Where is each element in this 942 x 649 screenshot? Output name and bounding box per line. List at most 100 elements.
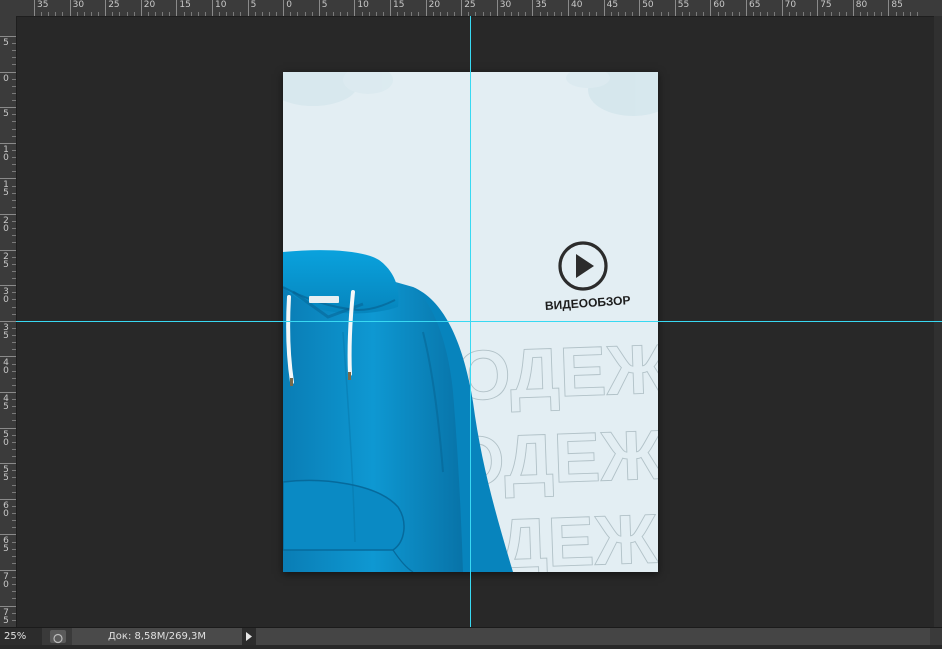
ruler-tick (0, 214, 16, 215)
ruler-tick-label: 15 (393, 0, 405, 10)
ruler-minor-tick (147, 12, 149, 16)
ruler-tick-label: 30 (499, 0, 512, 10)
ruler-tick (781, 0, 783, 16)
ruler-tick (532, 0, 534, 16)
ruler-tick-label: 10 (3, 144, 9, 163)
svg-text:ОДЕЖДА: ОДЕЖДА (455, 326, 658, 415)
ruler-minor-tick (12, 50, 16, 52)
vertical-guide[interactable] (470, 16, 471, 628)
ruler-tick (852, 0, 854, 16)
ruler-minor-tick (624, 12, 626, 16)
ruler-tick (639, 0, 641, 16)
doc-status-icon[interactable] (50, 630, 66, 644)
ruler-minor-tick (432, 12, 434, 16)
ruler-minor-tick (525, 12, 527, 16)
ruler-tick (140, 0, 142, 16)
ruler-tick (176, 0, 178, 16)
ruler-minor-tick (290, 12, 292, 16)
ruler-corner[interactable] (0, 0, 17, 17)
ruler-minor-tick (12, 363, 16, 365)
ruler-minor-tick (12, 242, 16, 244)
ruler-minor-tick (418, 12, 420, 16)
ruler-minor-tick (518, 12, 520, 16)
ruler-minor-tick (12, 470, 16, 472)
document-info: Док: 8,58M/269,3M (72, 628, 242, 645)
ruler-minor-tick (190, 12, 192, 16)
ruler-minor-tick (503, 12, 505, 16)
ruler-minor-tick (511, 12, 513, 16)
horizontal-scrollbar[interactable] (256, 628, 930, 645)
status-menu-arrow-icon[interactable] (242, 628, 256, 645)
ruler-minor-tick (810, 12, 812, 16)
ruler-minor-tick (340, 12, 342, 16)
ruler-minor-tick (397, 12, 399, 16)
ruler-minor-tick (404, 12, 406, 16)
ruler-tick-label: 10 (215, 0, 227, 10)
ruler-minor-tick (361, 12, 363, 16)
ruler-minor-tick (760, 12, 762, 16)
ruler-minor-tick (12, 199, 16, 201)
ruler-minor-tick (197, 12, 199, 16)
ruler-minor-tick (254, 12, 256, 16)
ruler-tick-label: 30 (72, 0, 85, 10)
ruler-minor-tick (12, 100, 16, 102)
vertical-scrollbar[interactable] (934, 16, 942, 628)
ruler-tick-label: 30 (3, 287, 9, 306)
ruler-minor-tick (12, 448, 16, 450)
ruler-tick (0, 249, 16, 251)
ruler-minor-tick (12, 149, 16, 151)
ruler-minor-tick (12, 598, 16, 600)
horizontal-ruler[interactable]: 35 30 25 20 15 10 5 0 5 10 15 20 25 30 35 40 45 50 55 60 65 7… (16, 0, 942, 17)
ruler-minor-tick (489, 12, 491, 16)
zoom-level[interactable]: 25% (0, 628, 42, 645)
horizontal-guide[interactable] (16, 321, 942, 322)
ruler-tick (390, 0, 391, 16)
ruler-minor-tick (845, 12, 847, 16)
ruler-tick (888, 0, 890, 16)
ruler-minor-tick (12, 406, 16, 408)
ruler-tick-label: 35 (37, 0, 49, 10)
ruler-minor-tick (446, 12, 448, 16)
ruler-minor-tick (12, 235, 16, 237)
ruler-minor-tick (646, 12, 648, 16)
ruler-minor-tick (311, 12, 313, 16)
ruler-tick-label: 75 (3, 607, 9, 626)
ruler-tick-label: 50 (642, 0, 654, 10)
ruler-tick-label: 40 (3, 358, 9, 377)
ruler-minor-tick (12, 78, 16, 80)
ruler-minor-tick (12, 612, 16, 614)
ruler-minor-tick (12, 456, 16, 458)
ruler-tick-label: 15 (179, 0, 191, 10)
ruler-minor-tick (895, 12, 897, 16)
ruler-minor-tick (539, 12, 541, 16)
ruler-tick-label: 60 (713, 0, 725, 10)
ruler-minor-tick (333, 12, 335, 16)
vertical-ruler[interactable]: 5051015202530354045505560657075 (0, 16, 17, 628)
ruler-minor-tick (12, 157, 16, 159)
ruler-tick-label: 75 (820, 0, 832, 10)
ruler-tick-label: 85 (891, 0, 903, 10)
ruler-minor-tick (667, 12, 669, 16)
ruler-minor-tick (12, 306, 16, 308)
ruler-minor-tick (12, 299, 16, 301)
ruler-minor-tick (617, 12, 619, 16)
ruler-tick (105, 0, 107, 16)
ruler-minor-tick (12, 221, 16, 223)
ruler-tick-label: 20 (3, 216, 9, 234)
ruler-tick (0, 605, 16, 607)
ruler-minor-tick (276, 12, 278, 16)
ruler-minor-tick (219, 12, 221, 16)
ruler-minor-tick (12, 562, 16, 564)
ruler-minor-tick (767, 12, 769, 16)
ruler-minor-tick (297, 12, 299, 16)
ruler-minor-tick (12, 434, 16, 436)
play-icon[interactable] (558, 241, 608, 291)
ruler-tick (0, 534, 16, 536)
ruler-tick-label: 15 (3, 180, 9, 199)
ruler-minor-tick (12, 513, 16, 515)
video-review-label: ВИДЕООБЗОР (544, 293, 630, 313)
ruler-minor-tick (653, 12, 655, 16)
ruler-minor-tick (183, 12, 185, 16)
ruler-tick-label: 20 (143, 0, 156, 10)
ruler-minor-tick (12, 114, 16, 116)
